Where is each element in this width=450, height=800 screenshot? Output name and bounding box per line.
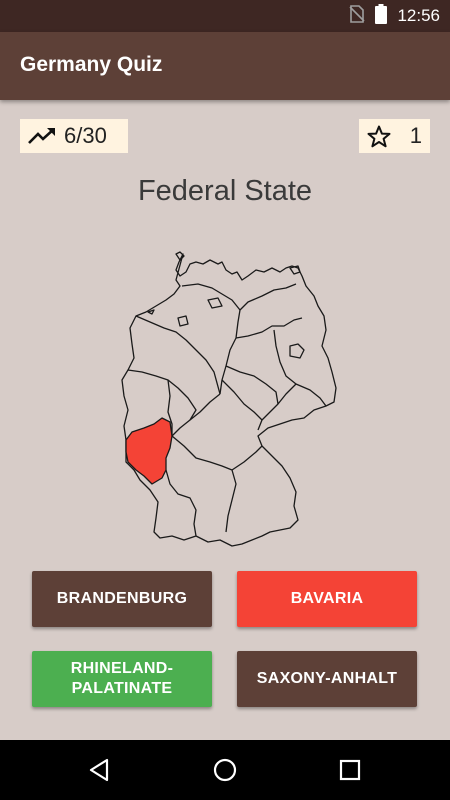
stars-count: 1: [409, 123, 422, 148]
answer-button-saxony-anhalt[interactable]: SAXONY-ANHALT: [237, 651, 417, 707]
app-bar: Germany Quiz: [0, 32, 450, 100]
progress-text: 6/30: [64, 123, 107, 148]
answer-button-rhineland-palatinate[interactable]: RHINELAND- PALATINATE: [32, 651, 212, 707]
answer-label: SAXONY-ANHALT: [256, 670, 398, 687]
germany-map-svg: [121, 251, 337, 547]
answer-label: RHINELAND- PALATINATE: [70, 660, 174, 697]
question-title: Federal State: [137, 175, 313, 207]
answer-label: BAVARIA: [290, 590, 364, 607]
trending-up-icon: [28, 127, 56, 145]
back-icon[interactable]: [85, 755, 115, 785]
recents-icon[interactable]: [335, 755, 365, 785]
home-icon[interactable]: [210, 755, 240, 785]
germany-map: [118, 250, 340, 550]
no-sim-icon: [349, 4, 366, 28]
navigation-bar: [0, 740, 450, 800]
status-time: 12:56: [397, 6, 440, 25]
star-outline-icon: [367, 125, 391, 148]
app-title: Germany Quiz: [20, 53, 163, 76]
battery-icon: [375, 3, 388, 29]
answer-label: BRANDENBURG: [56, 590, 188, 607]
answer-button-brandenburg[interactable]: BRANDENBURG: [32, 571, 212, 627]
status-bar: 12:56: [0, 0, 450, 32]
answer-button-bavaria[interactable]: BAVARIA: [237, 571, 417, 627]
progress-badge: 6/30: [20, 119, 128, 153]
stars-badge: 1: [359, 119, 430, 153]
highlighted-state: [125, 417, 173, 485]
